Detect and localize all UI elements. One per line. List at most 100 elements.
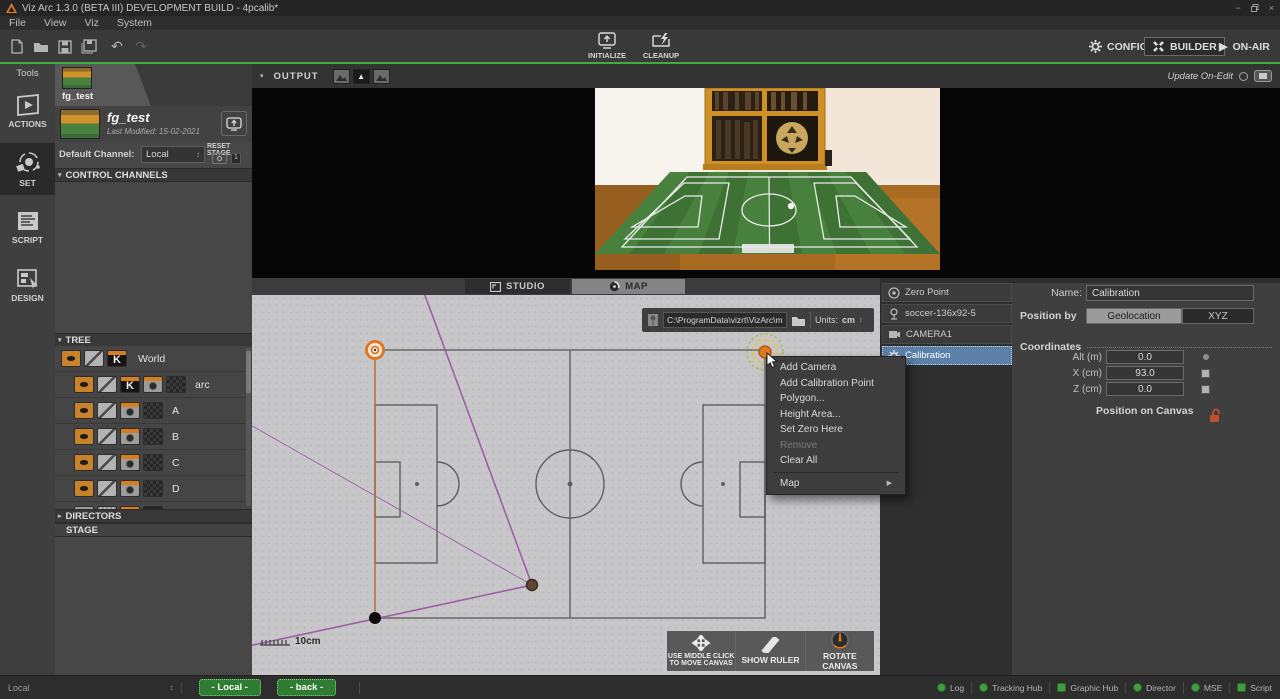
units-value[interactable]: cm xyxy=(842,315,855,325)
back-channel-button[interactable]: - back - xyxy=(277,679,336,696)
visibility-icon[interactable] xyxy=(74,402,94,419)
collapse-icon[interactable]: ▾ xyxy=(260,72,264,80)
output-mode-image-left[interactable] xyxy=(333,69,350,84)
image-icon xyxy=(336,72,347,81)
status-script[interactable]: Script xyxy=(1237,683,1272,693)
transform-icon[interactable] xyxy=(97,454,117,471)
list-item-zero-point[interactable]: Zero Point xyxy=(882,283,1012,302)
menu-item-set-zero-here[interactable]: Set Zero Here xyxy=(767,422,905,438)
tree-scrollbar-thumb[interactable] xyxy=(246,351,251,393)
menu-viz[interactable]: Viz xyxy=(85,17,99,29)
visibility-icon[interactable] xyxy=(74,454,94,471)
menu-item-add-camera[interactable]: Add Camera xyxy=(767,360,905,376)
status-channel-dropdown-icon[interactable]: ↕ xyxy=(170,683,174,692)
undo-icon[interactable]: ↶ xyxy=(108,38,126,55)
z-lock-checkbox[interactable] xyxy=(1201,385,1210,394)
visibility-icon[interactable] xyxy=(74,428,94,445)
list-item-camera1[interactable]: CAMERA1 xyxy=(882,325,1012,344)
cleanup-button[interactable]: CLEANUP xyxy=(630,32,692,60)
camera-chip-icon[interactable] xyxy=(120,428,140,445)
unlock-icon[interactable] xyxy=(1208,408,1223,423)
menu-item-polygon[interactable]: Polygon... xyxy=(767,391,905,407)
map-path-input[interactable] xyxy=(663,312,787,328)
save-as-icon[interactable] xyxy=(80,38,98,55)
tree-header[interactable]: ▾ TREE xyxy=(55,333,252,347)
move-canvas-hint: USE MIDDLE CLICKTO MOVE CANVAS xyxy=(667,631,736,671)
default-channel-select[interactable]: Local ↕ xyxy=(141,146,205,163)
rail-item-design[interactable]: DESIGN xyxy=(0,259,55,311)
close-button[interactable]: × xyxy=(1269,3,1274,13)
transform-icon[interactable] xyxy=(97,428,117,445)
tree-row-arc[interactable]: arc xyxy=(55,372,252,398)
transform-icon[interactable] xyxy=(97,402,117,419)
x-lock-checkbox[interactable] xyxy=(1201,369,1210,378)
camera-chip-icon[interactable] xyxy=(143,376,163,393)
list-item-soccer-map[interactable]: soccer-136x92-5 xyxy=(882,304,1012,323)
rail-item-set[interactable]: SET xyxy=(0,143,55,195)
menu-item-clear-all[interactable]: Clear All xyxy=(767,453,905,469)
output-mode-image-right[interactable] xyxy=(373,69,390,84)
tree-row-a[interactable]: A xyxy=(55,398,252,424)
transform-icon[interactable] xyxy=(84,350,104,367)
menu-item-map[interactable]: Map ▶ xyxy=(767,476,905,492)
update-on-edit-indicator[interactable] xyxy=(1254,70,1272,82)
tree-row-world[interactable]: World xyxy=(55,346,252,372)
minimize-button[interactable]: − xyxy=(1235,3,1240,13)
tree-row-d[interactable]: D xyxy=(55,476,252,502)
local-channel-button[interactable]: - Local - xyxy=(199,679,261,696)
browse-folder-icon[interactable] xyxy=(791,315,806,326)
rotate-canvas-button[interactable]: ROTATE CANVAS xyxy=(806,631,874,671)
transform-icon[interactable] xyxy=(97,480,117,497)
rail-item-script[interactable]: SCRIPT xyxy=(0,201,55,253)
menu-item-remove[interactable]: Remove xyxy=(767,438,905,454)
visibility-icon[interactable] xyxy=(74,376,94,393)
name-input[interactable] xyxy=(1086,285,1254,301)
status-tracking-hub[interactable]: Tracking Hub xyxy=(979,683,1042,693)
camera-chip-icon[interactable] xyxy=(120,480,140,497)
reset-stage-button[interactable] xyxy=(212,153,227,164)
visibility-icon[interactable] xyxy=(61,350,81,367)
camera-chip-icon[interactable] xyxy=(120,454,140,471)
initialize-project-button[interactable] xyxy=(221,111,247,136)
menu-system[interactable]: System xyxy=(117,17,152,29)
open-project-icon[interactable] xyxy=(32,38,50,55)
x-input[interactable] xyxy=(1106,366,1184,380)
initialize-button[interactable]: INITIALIZE xyxy=(576,32,638,60)
xyz-button[interactable]: XYZ xyxy=(1182,308,1254,324)
units-dropdown-icon[interactable]: ↕ xyxy=(859,317,863,324)
alt-input[interactable] xyxy=(1106,350,1184,364)
directors-header[interactable]: ▸ DIRECTORS xyxy=(55,509,252,523)
save-icon[interactable] xyxy=(56,38,74,55)
camera-chip-icon[interactable] xyxy=(120,402,140,419)
project-tab[interactable]: fg_test xyxy=(55,64,151,106)
status-director[interactable]: Director xyxy=(1133,683,1176,693)
update-on-edit-toggle[interactable] xyxy=(1239,72,1248,81)
menu-view[interactable]: View xyxy=(44,17,67,29)
tab-map[interactable]: MAP xyxy=(572,279,685,294)
status-channel-value[interactable]: Local xyxy=(8,683,30,693)
tree-row-c[interactable]: C xyxy=(55,450,252,476)
status-log[interactable]: Log xyxy=(937,683,964,693)
menu-item-height-area[interactable]: Height Area... xyxy=(767,407,905,423)
tree-scrollbar[interactable] xyxy=(246,348,251,506)
restore-button[interactable] xyxy=(1251,4,1259,12)
transform-icon[interactable] xyxy=(97,376,117,393)
output-mode-pointer[interactable]: ▲ xyxy=(353,69,370,84)
menu-item-add-calibration-point[interactable]: Add Calibration Point xyxy=(767,376,905,392)
menu-file[interactable]: File xyxy=(9,17,26,29)
geolocation-button[interactable]: Geolocation xyxy=(1086,308,1182,324)
rail-item-actions[interactable]: ACTIONS xyxy=(0,85,55,137)
status-graphic-hub[interactable]: Graphic Hub xyxy=(1057,683,1118,693)
tree-row-b[interactable]: B xyxy=(55,424,252,450)
tab-studio[interactable]: STUDIO xyxy=(465,279,570,294)
new-project-icon[interactable] xyxy=(8,38,26,55)
status-mse[interactable]: MSE xyxy=(1191,683,1222,693)
show-ruler-button[interactable]: SHOW RULER xyxy=(736,631,805,671)
stage-header[interactable]: STAGE xyxy=(55,523,252,537)
tree-row-partial[interactable] xyxy=(55,502,252,509)
visibility-icon[interactable] xyxy=(74,480,94,497)
alt-link-indicator[interactable] xyxy=(1203,354,1209,360)
control-channels-header[interactable]: ▾ CONTROL CHANNELS xyxy=(55,168,252,182)
z-input[interactable] xyxy=(1106,382,1184,396)
on-air-button[interactable]: ▶ ON-AIR xyxy=(1212,37,1277,56)
